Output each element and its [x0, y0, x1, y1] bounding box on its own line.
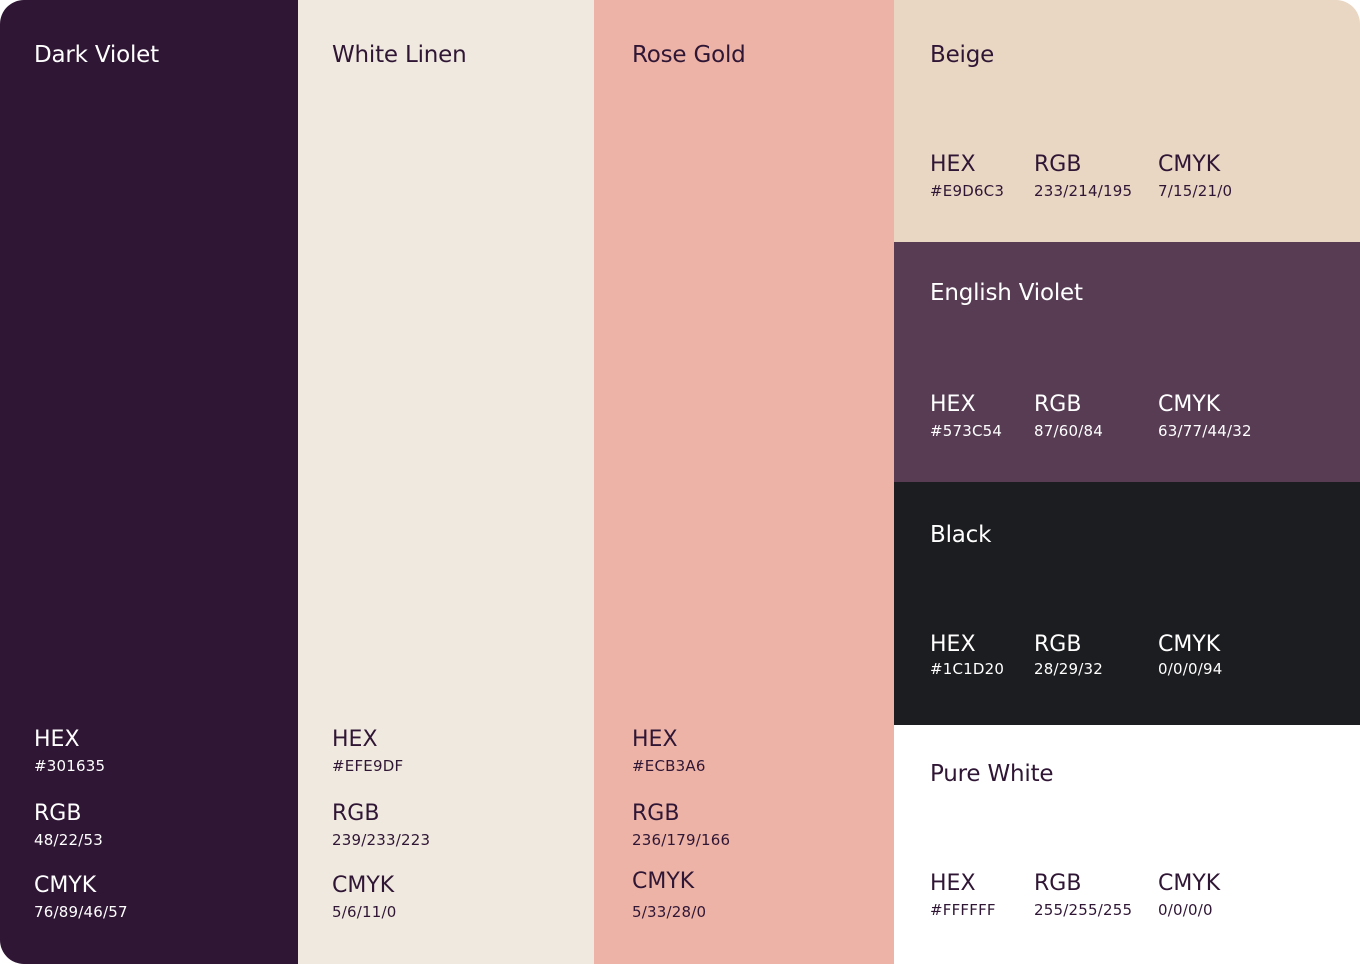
swatch-name: Dark Violet: [34, 42, 159, 68]
hex-value: #EFE9DF: [332, 757, 404, 775]
cmyk-value: 0/0/0/94: [1158, 660, 1223, 678]
hex-value: #301635: [34, 757, 106, 775]
color-palette-board: Dark Violet HEX #301635 RGB 48/22/53 CMY…: [0, 0, 1360, 964]
cmyk-label: CMYK: [34, 873, 97, 898]
hex-value: #1C1D20: [930, 660, 1005, 678]
swatch-pure-white: Pure White HEX #FFFFFF RGB 255/255/255 C…: [894, 725, 1360, 964]
rgb-label: RGB: [332, 801, 380, 826]
swatch-black: Black HEX #1C1D20 RGB 28/29/32 CMYK 0/0/…: [894, 482, 1360, 725]
swatch-name: English Violet: [930, 280, 1083, 306]
hex-label: HEX: [930, 392, 976, 417]
hex-value: #FFFFFF: [930, 901, 996, 919]
swatch-dark-violet: Dark Violet HEX #301635 RGB 48/22/53 CMY…: [0, 0, 298, 964]
cmyk-label: CMYK: [1158, 152, 1221, 177]
hex-label: HEX: [930, 871, 976, 896]
cmyk-value: 5/33/28/0: [632, 903, 707, 921]
rgb-value: 255/255/255: [1034, 901, 1133, 919]
rgb-value: 236/179/166: [632, 831, 731, 849]
cmyk-label: CMYK: [632, 869, 695, 894]
swatch-name: Black: [930, 522, 992, 548]
swatch-beige: Beige HEX #E9D6C3 RGB 233/214/195 CMYK 7…: [894, 0, 1360, 242]
rgb-label: RGB: [632, 801, 680, 826]
swatch-english-violet: English Violet HEX #573C54 RGB 87/60/84 …: [894, 242, 1360, 482]
hex-label: HEX: [34, 727, 80, 752]
hex-label: HEX: [930, 632, 976, 657]
rgb-value: 233/214/195: [1034, 182, 1133, 200]
hex-label: HEX: [930, 152, 976, 177]
swatch-white-linen: White Linen HEX #EFE9DF RGB 239/233/223 …: [298, 0, 594, 964]
rgb-value: 87/60/84: [1034, 422, 1103, 440]
cmyk-label: CMYK: [1158, 632, 1221, 657]
cmyk-label: CMYK: [1158, 392, 1221, 417]
swatch-name: Beige: [930, 42, 995, 68]
cmyk-label: CMYK: [1158, 871, 1221, 896]
rgb-value: 48/22/53: [34, 831, 103, 849]
swatch-name: Rose Gold: [632, 42, 746, 68]
swatch-name: White Linen: [332, 42, 467, 68]
rgb-label: RGB: [1034, 392, 1082, 417]
cmyk-value: 0/0/0/0: [1158, 901, 1213, 919]
swatch-rose-gold: Rose Gold HEX #ECB3A6 RGB 236/179/166 CM…: [594, 0, 894, 964]
hex-value: #E9D6C3: [930, 182, 1005, 200]
hex-label: HEX: [332, 727, 378, 752]
cmyk-value: 76/89/46/57: [34, 903, 128, 921]
rgb-label: RGB: [1034, 152, 1082, 177]
hex-value: #ECB3A6: [632, 757, 706, 775]
rgb-label: RGB: [34, 801, 82, 826]
hex-label: HEX: [632, 727, 678, 752]
cmyk-value: 5/6/11/0: [332, 903, 397, 921]
rgb-value: 239/233/223: [332, 831, 431, 849]
cmyk-label: CMYK: [332, 873, 395, 898]
hex-value: #573C54: [930, 422, 1003, 440]
cmyk-value: 7/15/21/0: [1158, 182, 1233, 200]
swatch-name: Pure White: [930, 761, 1054, 787]
rgb-label: RGB: [1034, 871, 1082, 896]
cmyk-value: 63/77/44/32: [1158, 422, 1252, 440]
rgb-label: RGB: [1034, 632, 1082, 657]
rgb-value: 28/29/32: [1034, 660, 1103, 678]
